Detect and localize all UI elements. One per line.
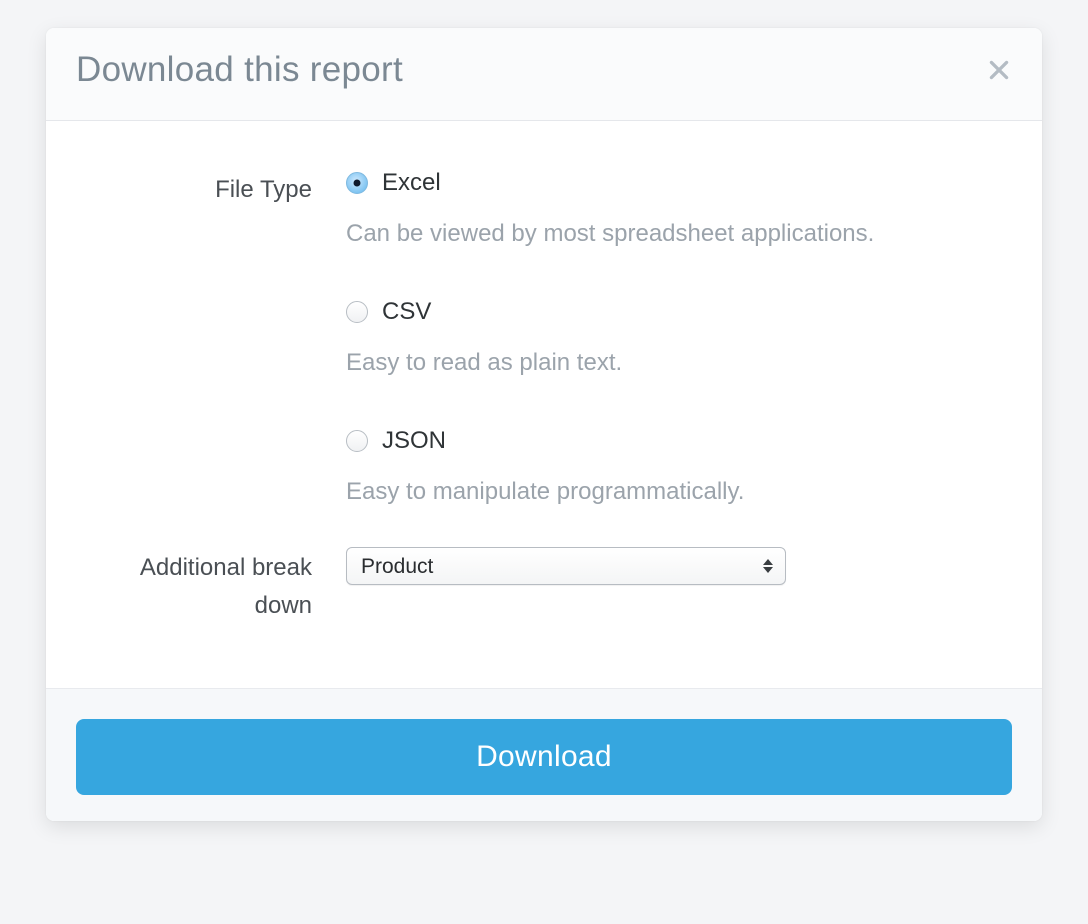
radio-csv[interactable] xyxy=(346,301,368,323)
close-button[interactable] xyxy=(986,57,1012,83)
modal-body: File Type Excel Can be viewed by most sp… xyxy=(46,121,1042,688)
breakdown-select[interactable]: Product xyxy=(346,547,786,585)
option-json-desc: Easy to manipulate programmatically. xyxy=(346,475,1002,510)
close-icon xyxy=(986,57,1012,83)
radio-json-label: JSON xyxy=(382,427,446,455)
file-type-options: Excel Can be viewed by most spreadsheet … xyxy=(346,169,1002,509)
file-type-option-excel: Excel Can be viewed by most spreadsheet … xyxy=(346,169,1002,252)
modal-title: Download this report xyxy=(76,50,403,90)
radio-excel[interactable] xyxy=(346,172,368,194)
modal-header: Download this report xyxy=(46,28,1042,121)
file-type-row: File Type Excel Can be viewed by most sp… xyxy=(86,169,1002,509)
radio-json[interactable] xyxy=(346,430,368,452)
file-type-option-json: JSON Easy to manipulate programmatically… xyxy=(346,427,1002,510)
file-type-label: File Type xyxy=(86,169,346,208)
option-excel-desc: Can be viewed by most spreadsheet applic… xyxy=(346,217,1002,252)
file-type-option-csv: CSV Easy to read as plain text. xyxy=(346,298,1002,381)
radio-excel-label: Excel xyxy=(382,169,441,197)
download-button[interactable]: Download xyxy=(76,719,1012,795)
option-csv-desc: Easy to read as plain text. xyxy=(346,346,1002,381)
download-report-modal: Download this report File Type Excel Can… xyxy=(46,28,1042,821)
breakdown-select-wrap: Product xyxy=(346,547,786,585)
modal-footer: Download xyxy=(46,688,1042,821)
breakdown-label: Additional break down xyxy=(86,547,346,623)
radio-csv-label: CSV xyxy=(382,298,431,326)
breakdown-row: Additional break down Product xyxy=(86,547,1002,623)
